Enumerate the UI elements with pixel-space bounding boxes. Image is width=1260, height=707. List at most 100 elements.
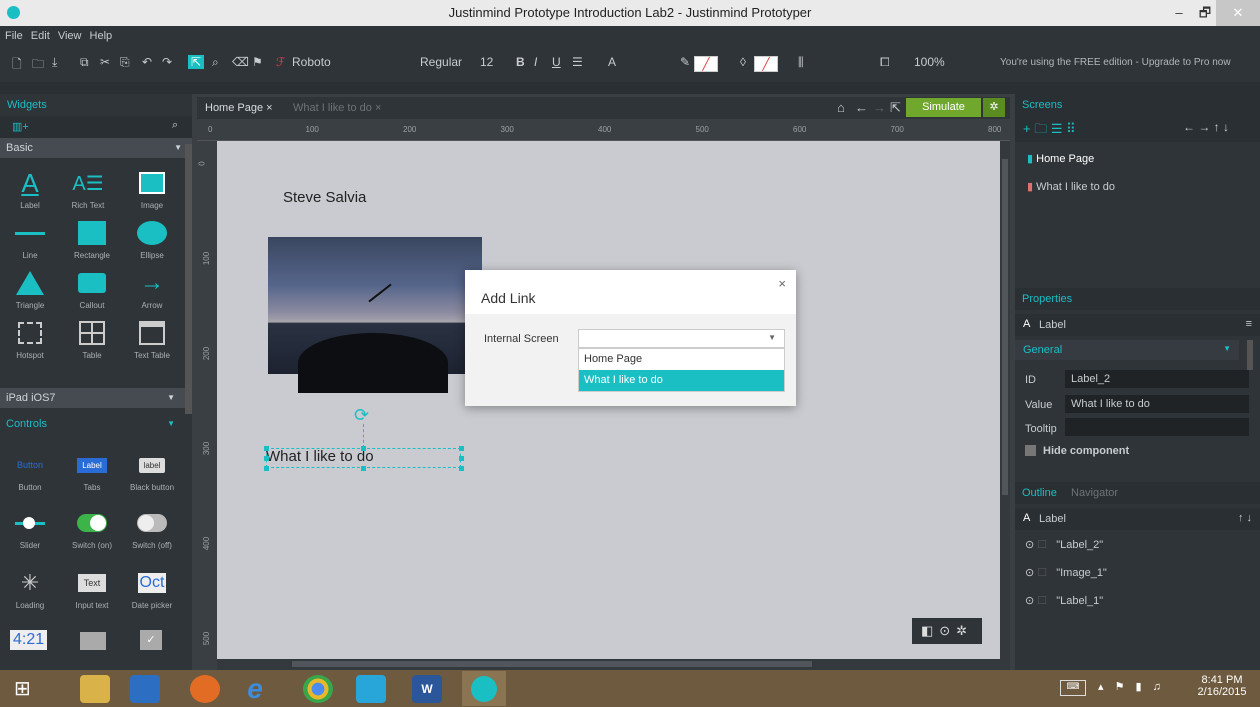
- widget-date-picker[interactable]: Oct Date picker: [122, 568, 182, 610]
- widget-hotspot[interactable]: Hotspot: [0, 318, 60, 360]
- rotate-handle-icon[interactable]: ⟳: [354, 405, 369, 426]
- outline-item[interactable]: ⊙ ☐ "Label_2": [1025, 538, 1103, 551]
- screen-item-home[interactable]: ▮ Home Page: [1027, 152, 1094, 165]
- align-icon[interactable]: ☰: [572, 55, 583, 69]
- menu-view[interactable]: View: [53, 26, 82, 42]
- airplane-photo[interactable]: [268, 237, 482, 393]
- internet-explorer-icon[interactable]: e: [240, 675, 270, 703]
- chrome-icon[interactable]: [303, 675, 333, 703]
- redo-icon[interactable]: ↷: [162, 55, 172, 69]
- widget-table[interactable]: Table: [62, 318, 122, 360]
- upgrade-notice[interactable]: You're using the FREE edition - Upgrade …: [1000, 57, 1231, 68]
- underline-button[interactable]: U: [552, 55, 561, 69]
- eraser-icon[interactable]: ⌫: [232, 55, 249, 69]
- italic-button[interactable]: I: [534, 55, 537, 69]
- undo-icon[interactable]: ↶: [142, 55, 152, 69]
- paste-icon[interactable]: ⎘: [120, 55, 130, 70]
- widget-arrow[interactable]: → Arrow: [122, 268, 182, 310]
- resize-handle[interactable]: [361, 446, 366, 451]
- layer-icon[interactable]: ⧠: [880, 55, 890, 70]
- move-arrows-icon[interactable]: ← → ↑ ↓: [1183, 120, 1229, 134]
- new-file-icon[interactable]: 🗋: [12, 55, 22, 76]
- canvas-vertical-scrollbar[interactable]: [1000, 141, 1010, 670]
- resize-handle[interactable]: [264, 446, 269, 451]
- firefox-icon[interactable]: [190, 675, 220, 703]
- copy-icon[interactable]: ⧉: [80, 55, 89, 70]
- canvas-horizontal-scrollbar[interactable]: [217, 659, 1000, 670]
- time-picker-preview[interactable]: 4:21: [10, 630, 48, 650]
- panel-toggle-icon[interactable]: ◧: [921, 623, 939, 638]
- option-what-i-like[interactable]: What I like to do: [579, 370, 784, 391]
- back-arrow-icon[interactable]: ←: [855, 100, 868, 115]
- option-home-page[interactable]: Home Page: [579, 349, 784, 370]
- select-tool-icon[interactable]: ⇱: [188, 55, 205, 69]
- eye-icon[interactable]: ⊙: [1025, 539, 1034, 551]
- hide-component-checkbox[interactable]: [1025, 445, 1036, 456]
- resize-handle[interactable]: [361, 466, 366, 471]
- word-icon[interactable]: W: [412, 675, 442, 703]
- outline-item[interactable]: ⊙ ☐ "Image_1": [1025, 566, 1107, 579]
- cut-icon[interactable]: ✂: [100, 55, 110, 69]
- fill-color-swatch[interactable]: ╱: [754, 56, 778, 72]
- eye-icon[interactable]: ⊙: [1025, 567, 1034, 579]
- widget-triangle[interactable]: Triangle: [0, 268, 60, 310]
- add-screen-icon[interactable]: + 🗀 ☰ ⠿: [1023, 120, 1076, 142]
- checkbox-widget-preview[interactable]: ✓: [140, 630, 162, 650]
- value-field[interactable]: What I like to do: [1065, 395, 1249, 413]
- group-ipad[interactable]: iPad iOS7 ▼: [0, 388, 185, 408]
- group-basic[interactable]: Basic ▼: [0, 138, 192, 158]
- font-size-select[interactable]: 12: [480, 55, 493, 69]
- save-icon[interactable]: ⤓: [52, 55, 57, 70]
- lock-checkbox[interactable]: ☐: [1037, 595, 1047, 607]
- resize-handle[interactable]: [264, 456, 269, 461]
- tab-what-i-like[interactable]: What I like to do ×: [293, 102, 381, 114]
- group-controls[interactable]: Controls ▼: [0, 414, 185, 434]
- widget-line[interactable]: Line: [0, 218, 60, 260]
- widget-slider[interactable]: Slider: [0, 508, 60, 550]
- resize-handle[interactable]: [264, 466, 269, 471]
- zoom-tool-icon[interactable]: ⌕: [212, 55, 219, 70]
- home-icon[interactable]: ⌂: [837, 100, 845, 115]
- id-field[interactable]: Label_2: [1065, 370, 1249, 388]
- widget-text-table[interactable]: Text Table: [122, 318, 182, 360]
- screen-item-what-i-like[interactable]: ▮ What I like to do: [1027, 180, 1115, 193]
- windows-start-icon[interactable]: ⊞: [14, 679, 31, 699]
- desktop-app-icon[interactable]: [130, 675, 160, 703]
- tab-outline[interactable]: Outline: [1022, 487, 1057, 499]
- justinmind-taskbar-item[interactable]: [462, 671, 506, 706]
- menu-help[interactable]: Help: [85, 26, 113, 42]
- tray-icons[interactable]: ▴ ⚑ ▮ ♫: [1098, 680, 1165, 693]
- dialog-close-icon[interactable]: ×: [778, 276, 786, 291]
- widgets-scrollbar[interactable]: [185, 144, 192, 414]
- selected-label-box[interactable]: What I like to do: [266, 448, 461, 468]
- tab-navigator[interactable]: Navigator: [1071, 487, 1118, 499]
- bold-button[interactable]: B: [516, 55, 525, 69]
- format-painter-icon[interactable]: ⚑: [252, 55, 263, 69]
- gear-icon[interactable]: ✲: [956, 623, 973, 638]
- forward-arrow-icon[interactable]: →: [873, 100, 886, 115]
- properties-scrollbar[interactable]: [1247, 340, 1253, 370]
- font-weight-select[interactable]: Regular: [420, 55, 462, 69]
- general-section[interactable]: General ▼: [1015, 340, 1239, 360]
- resize-handle[interactable]: [459, 456, 464, 461]
- line-color-icon[interactable]: ✎: [680, 55, 690, 69]
- tooltip-field[interactable]: [1065, 418, 1249, 436]
- simulate-settings-icon[interactable]: ✲: [983, 98, 1005, 117]
- simulate-button[interactable]: Simulate: [906, 98, 981, 117]
- open-file-icon[interactable]: 🗀: [32, 55, 44, 76]
- outlook-icon[interactable]: [356, 675, 386, 703]
- widget-label[interactable]: A Label: [0, 168, 60, 211]
- widget-loading[interactable]: ✳ Loading: [0, 568, 60, 610]
- line-color-swatch[interactable]: ╱: [694, 56, 718, 72]
- menu-file[interactable]: File: [0, 26, 23, 42]
- fill-color-icon[interactable]: ◊: [740, 55, 746, 69]
- lock-checkbox[interactable]: ☐: [1037, 567, 1047, 579]
- search-icon[interactable]: ⌕: [172, 119, 178, 132]
- widget-image[interactable]: Image: [122, 168, 182, 210]
- widget-button[interactable]: Button Button: [0, 450, 60, 492]
- menu-icon[interactable]: ≡: [1246, 318, 1252, 330]
- close-button[interactable]: ✕: [1216, 0, 1260, 26]
- menu-edit[interactable]: Edit: [26, 26, 50, 42]
- eye-icon[interactable]: ⊙: [939, 623, 956, 638]
- add-library-icon[interactable]: ▥+: [12, 120, 29, 133]
